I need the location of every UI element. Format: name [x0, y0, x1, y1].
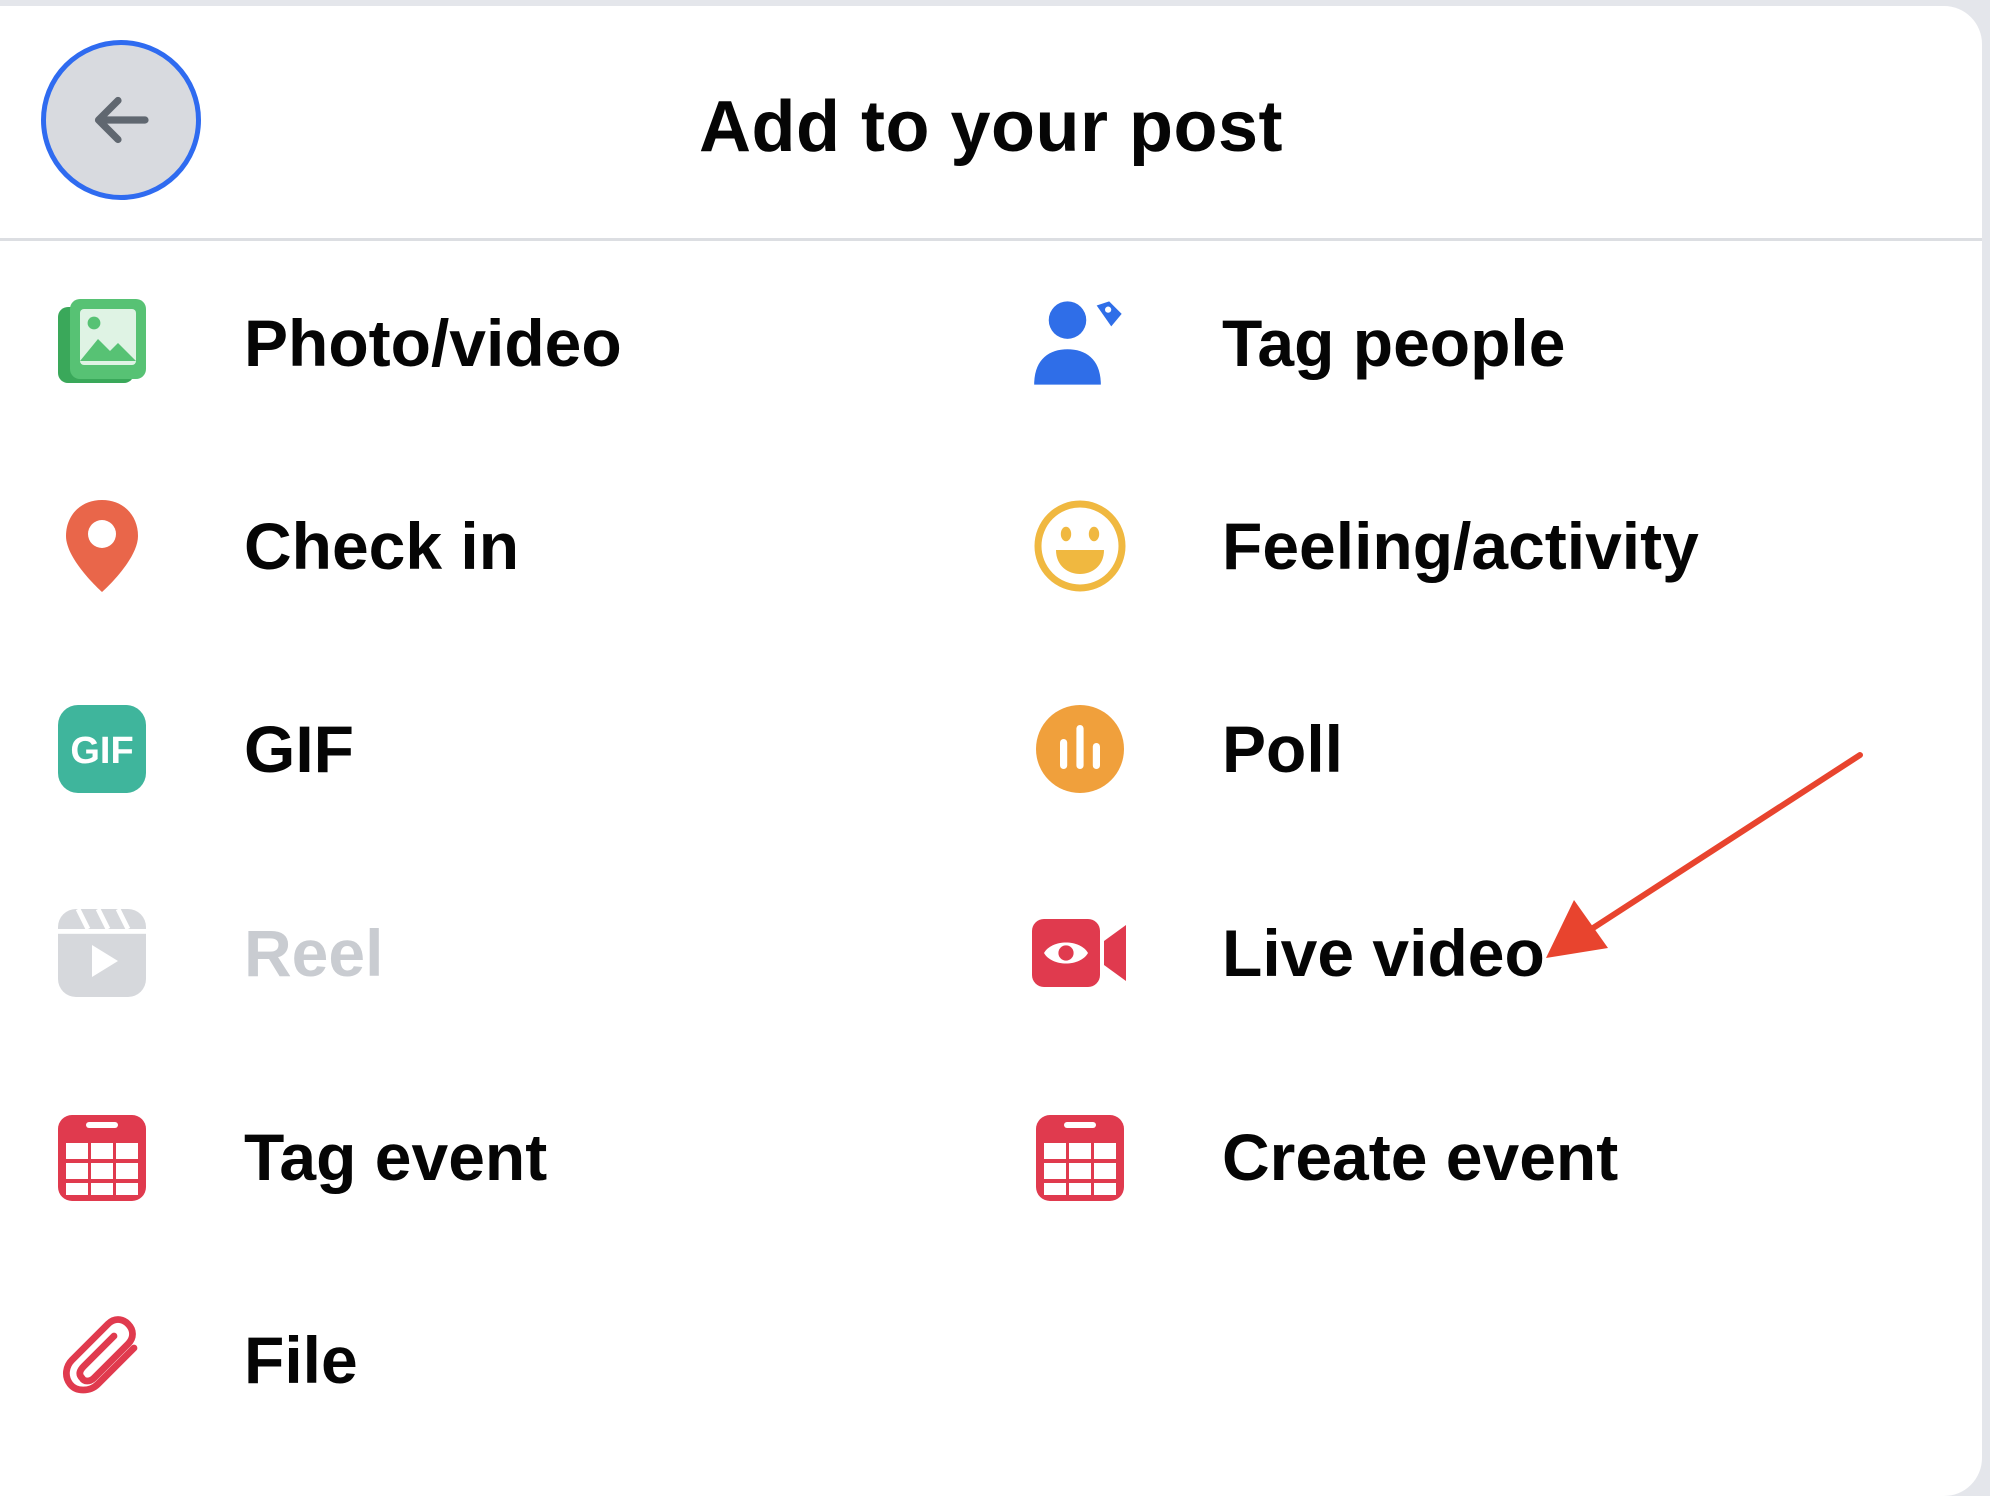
- tag-people-icon: [1030, 293, 1130, 393]
- dialog-header: Add to your post: [0, 6, 1982, 241]
- add-to-post-dialog: Add to your post Photo/video Tag people …: [0, 6, 1982, 1496]
- create-event-label: Create event: [1222, 1120, 1619, 1194]
- calendar-icon: [1030, 1107, 1130, 1207]
- tag-people-option[interactable]: Tag people: [1030, 268, 1565, 418]
- smiley-icon: [1030, 496, 1130, 596]
- check-in-option[interactable]: Check in: [52, 471, 519, 621]
- gif-icon: GIF: [52, 699, 152, 799]
- live-video-label: Live video: [1222, 916, 1545, 990]
- check-in-label: Check in: [244, 509, 520, 583]
- file-label: File: [244, 1323, 358, 1397]
- live-video-option[interactable]: Live video: [1030, 878, 1545, 1028]
- gif-option[interactable]: GIF GIF: [52, 674, 354, 824]
- poll-icon: [1030, 699, 1130, 799]
- feeling-activity-option[interactable]: Feeling/activity: [1030, 471, 1699, 621]
- background-edge: [1982, 0, 1990, 1496]
- tag-people-label: Tag people: [1222, 306, 1566, 380]
- location-pin-icon: [52, 496, 152, 596]
- photo-video-label: Photo/video: [244, 306, 622, 380]
- feeling-activity-label: Feeling/activity: [1222, 509, 1699, 583]
- reel-option: Reel: [52, 878, 383, 1028]
- photo-video-option[interactable]: Photo/video: [52, 268, 622, 418]
- reel-label: Reel: [244, 916, 384, 990]
- gif-label: GIF: [244, 712, 354, 786]
- file-option[interactable]: File: [52, 1285, 358, 1435]
- calendar-icon: [52, 1107, 152, 1207]
- poll-option[interactable]: Poll: [1030, 674, 1343, 824]
- live-video-icon: [1030, 903, 1130, 1003]
- paperclip-icon: [52, 1310, 152, 1410]
- tag-event-label: Tag event: [244, 1120, 548, 1194]
- reel-icon: [52, 903, 152, 1003]
- svg-text:GIF: GIF: [70, 730, 133, 772]
- dialog-title: Add to your post: [699, 87, 1283, 167]
- poll-label: Poll: [1222, 712, 1344, 786]
- photo-icon: [52, 293, 152, 393]
- create-event-option[interactable]: Create event: [1030, 1082, 1618, 1232]
- tag-event-option[interactable]: Tag event: [52, 1082, 547, 1232]
